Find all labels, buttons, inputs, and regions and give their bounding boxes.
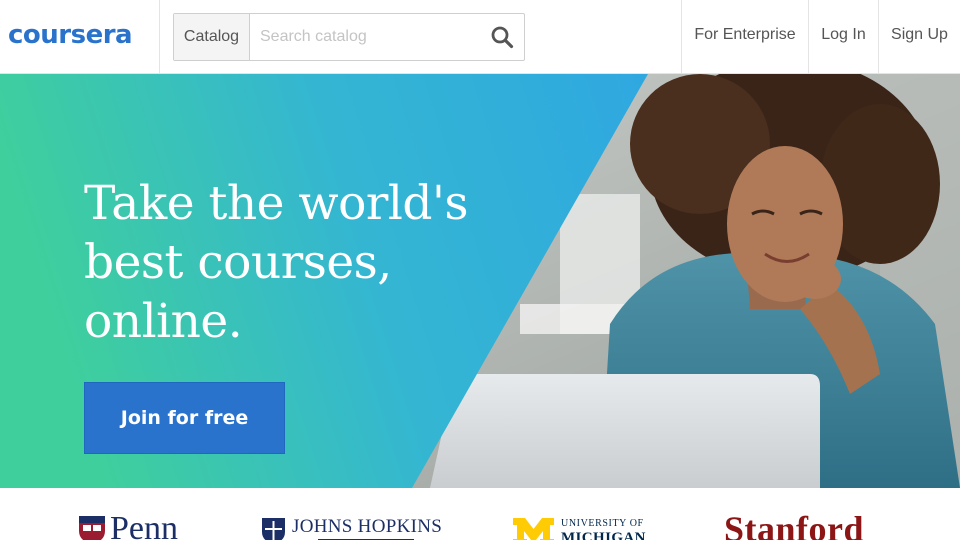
search-input[interactable] [260,14,480,60]
coursera-logo[interactable]: coursera [8,20,133,50]
search-bar: Catalog [173,13,525,61]
partner-logos-strip: Penn JOHNS HOPKINS UNIVERSITY OF MICHIGA… [0,488,960,540]
join-for-free-button[interactable]: Join for free [84,382,285,454]
penn-shield-icon [79,516,105,540]
log-in-link[interactable]: Log In [809,0,878,74]
partner-stanford-name: Stanford [724,509,865,540]
partner-johns-hopkins-name: JOHNS HOPKINS [292,516,443,537]
partner-michigan-name: MICHIGAN [561,530,646,540]
sign-up-link[interactable]: Sign Up [879,0,960,74]
hero-headline: Take the world's best courses, online. [84,176,469,349]
for-enterprise-link[interactable]: For Enterprise [682,0,808,74]
site-header: coursera Catalog For Enterprise Log In S… [0,0,960,74]
block-m-icon [513,518,554,540]
partner-penn-name: Penn [110,510,178,540]
header-divider [159,0,160,74]
hero-banner: Take the world's best courses, online. J… [0,74,960,488]
jhu-shield-icon [262,518,285,540]
partner-michigan-university: UNIVERSITY OF [561,518,644,529]
catalog-button[interactable]: Catalog [174,14,250,60]
search-icon[interactable] [490,25,514,49]
